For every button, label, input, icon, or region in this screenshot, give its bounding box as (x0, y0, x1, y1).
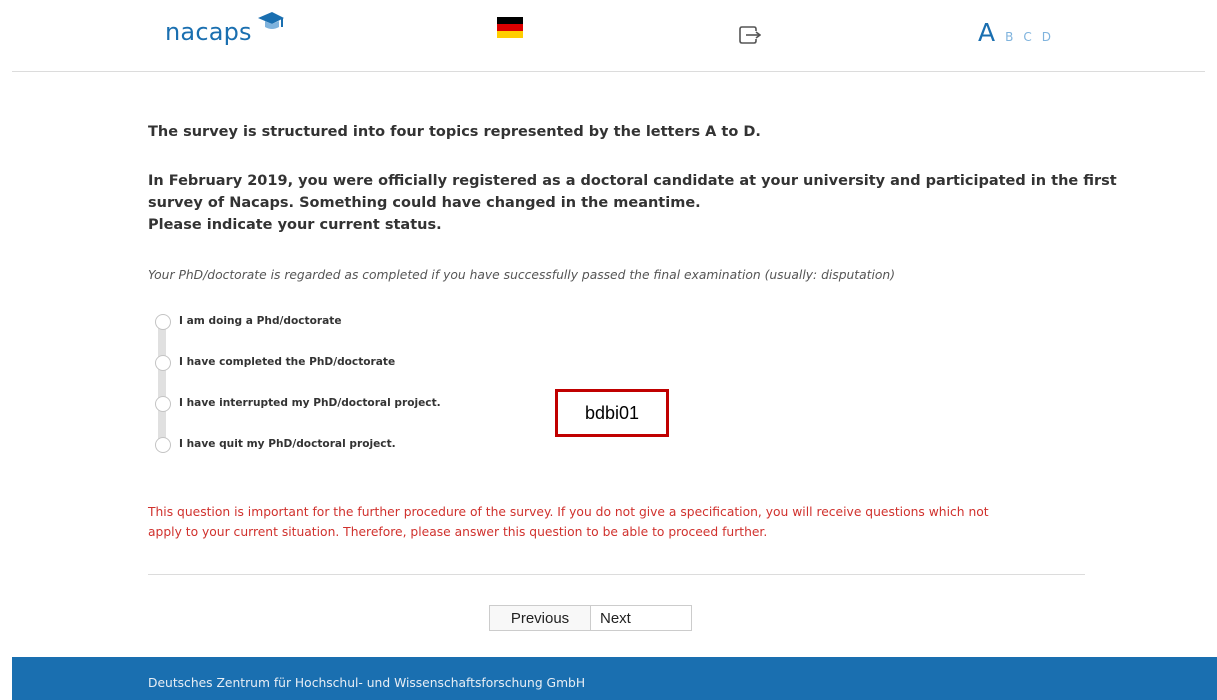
footer-text: Deutsches Zentrum für Hochschul- und Wis… (148, 676, 586, 690)
graduation-cap-icon (258, 12, 284, 29)
question-line-3: Please indicate your current status. (148, 217, 442, 233)
warning-message: This question is important for the furth… (148, 502, 1078, 542)
option-interrupted-phd[interactable]: I have interrupted my PhD/doctoral proje… (155, 395, 505, 415)
survey-step-indicator: ABCD (978, 18, 1051, 47)
radio-button[interactable] (155, 355, 171, 371)
survey-intro-text: The survey is structured into four topic… (148, 124, 761, 140)
variable-code-box: bdbi01 (555, 389, 669, 437)
status-options: I am doing a Phd/doctorate I have comple… (155, 311, 505, 461)
step-d: D (1041, 30, 1051, 44)
option-quit-phd[interactable]: I have quit my PhD/doctoral project. (155, 436, 505, 456)
radio-button[interactable] (155, 437, 171, 453)
question-text: In February 2019, you were officially re… (148, 170, 1117, 236)
option-label: I have quit my PhD/doctoral project. (179, 438, 396, 450)
footer: Deutsches Zentrum für Hochschul- und Wis… (12, 657, 1217, 700)
question-line-1: In February 2019, you were officially re… (148, 173, 1117, 189)
radio-button[interactable] (155, 396, 171, 412)
header-divider (12, 71, 1205, 72)
option-completed-phd[interactable]: I have completed the PhD/doctorate (155, 354, 505, 374)
step-c: C (1023, 30, 1032, 44)
option-label: I have interrupted my PhD/doctoral proje… (179, 397, 441, 409)
nacaps-logo[interactable]: nacaps (165, 18, 252, 46)
step-a: A (978, 18, 996, 47)
option-label: I am doing a Phd/doctorate (179, 315, 342, 327)
option-label: I have completed the PhD/doctorate (179, 356, 396, 368)
variable-code: bdbi01 (584, 403, 640, 423)
options-track (158, 323, 166, 451)
radio-button[interactable] (155, 314, 171, 330)
previous-button[interactable]: Previous (489, 605, 591, 631)
question-hint: Your PhD/doctorate is regarded as comple… (148, 268, 896, 282)
step-b: B (1005, 30, 1014, 44)
german-flag-icon[interactable] (497, 17, 523, 38)
header: nacaps ABCD (0, 0, 1217, 72)
warning-line-2: apply to your current situation. Therefo… (148, 525, 768, 539)
navigation-buttons: Previous Next (489, 605, 692, 631)
content-divider (148, 574, 1085, 575)
exit-icon[interactable] (739, 25, 761, 45)
option-doing-phd[interactable]: I am doing a Phd/doctorate (155, 313, 505, 333)
next-button[interactable]: Next (591, 605, 692, 631)
question-line-2: survey of Nacaps. Something could have c… (148, 195, 701, 211)
warning-line-1: This question is important for the furth… (148, 505, 989, 519)
